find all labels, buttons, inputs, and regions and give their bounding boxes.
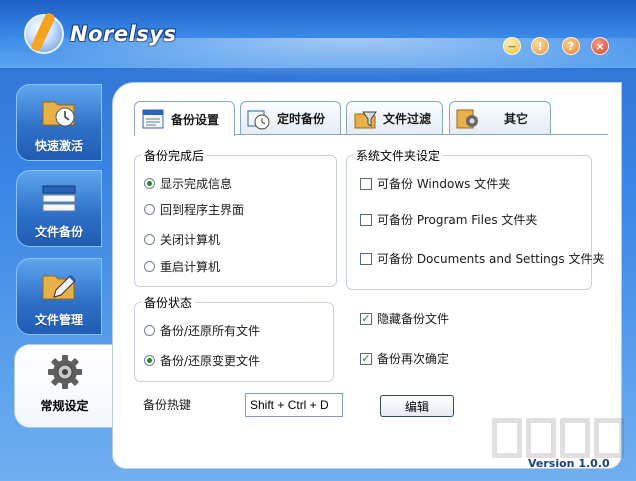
radio-label: 关闭计算机 <box>160 233 221 247</box>
logo-text: Norelsys <box>70 22 177 46</box>
radio-button[interactable] <box>144 204 155 215</box>
checkbox-documents-settings-folder[interactable]: 可备份 Documents and Settings 文件夹 <box>360 250 604 267</box>
checkbox-hide-backup-files[interactable]: ✓ 隐藏备份文件 <box>360 310 449 327</box>
folder-pen-icon <box>40 267 78 305</box>
document-icon <box>141 108 165 130</box>
sidebar-item-file-manage[interactable]: 文件管理 <box>16 258 102 335</box>
radio-label: 显示完成信息 <box>160 177 233 191</box>
checkbox-label: 备份再次确定 <box>377 352 450 366</box>
checkbox-label: 可备份 Program Files 文件夹 <box>377 213 538 227</box>
radio-label: 回到程序主界面 <box>160 203 245 217</box>
warning-button[interactable]: ! <box>531 37 549 55</box>
radio-button[interactable] <box>144 234 155 245</box>
tab-backup-settings[interactable]: 备份设置 <box>134 101 235 136</box>
tab-other[interactable]: 其它 <box>449 101 551 135</box>
sidebar-item-quick-activate[interactable]: 快速激活 <box>16 84 102 161</box>
close-button[interactable]: × <box>591 37 609 55</box>
minimize-button[interactable]: − <box>503 37 521 55</box>
checkbox[interactable] <box>360 213 372 226</box>
checkbox-label: 可备份 Documents and Settings 文件夹 <box>377 252 605 266</box>
radio-button[interactable] <box>144 178 155 189</box>
tab-scheduled-backup[interactable]: 定时备份 <box>240 101 341 135</box>
tab-label: 备份设置 <box>171 112 220 127</box>
radio-label: 备份/还原所有文件 <box>160 324 261 338</box>
edit-button[interactable]: 编辑 <box>380 395 454 417</box>
warning-icon: ! <box>537 39 543 53</box>
tab-label: 其它 <box>504 112 529 126</box>
help-button[interactable]: ? <box>562 37 580 55</box>
tab-label: 定时备份 <box>277 112 326 126</box>
checkbox[interactable] <box>360 252 372 265</box>
title-bar: Norelsys − ! ? × <box>0 0 636 78</box>
version-label: Version 1.0.0 <box>528 457 610 470</box>
completion-group-legend: 备份完成后 <box>144 149 205 163</box>
folder-clock-icon <box>40 93 78 131</box>
checkbox-confirm-backup[interactable]: ✓ 备份再次确定 <box>360 350 449 367</box>
radio-backup-changed-files[interactable]: 备份/还原变更文件 <box>144 352 260 369</box>
checkbox-label: 可备份 Windows 文件夹 <box>377 177 511 191</box>
sidebar-item-label: 文件管理 <box>34 313 83 327</box>
checkbox-label: 隐藏备份文件 <box>377 312 450 326</box>
system-folders-legend: 系统文件夹设定 <box>356 149 441 163</box>
checkbox-checked[interactable]: ✓ <box>360 312 372 325</box>
funnel-icon <box>353 108 377 130</box>
radio-button[interactable] <box>144 355 155 366</box>
status-group-legend: 备份状态 <box>144 296 193 310</box>
radio-restart[interactable]: 重启计算机 <box>144 258 220 275</box>
tab-file-filter[interactable]: 文件过滤 <box>346 101 443 135</box>
sidebar-item-label: 快速激活 <box>34 139 83 153</box>
radio-button[interactable] <box>144 325 155 336</box>
minimize-icon: − <box>507 39 517 53</box>
radio-backup-all-files[interactable]: 备份/还原所有文件 <box>144 322 260 339</box>
hotkey-label: 备份热键 <box>143 398 192 412</box>
close-icon: × <box>595 39 605 53</box>
sidebar-item-label: 文件备份 <box>34 225 83 239</box>
clock-icon <box>247 108 271 130</box>
radio-show-completion-info[interactable]: 显示完成信息 <box>144 175 232 192</box>
tab-label: 文件过滤 <box>383 112 432 126</box>
radio-label: 重启计算机 <box>160 260 221 274</box>
stack-files-icon <box>40 179 78 217</box>
help-icon: ? <box>567 39 575 53</box>
checkbox[interactable] <box>360 177 372 190</box>
gear-icon <box>456 108 480 130</box>
gear-icon <box>46 353 84 391</box>
checkbox-checked[interactable]: ✓ <box>360 352 372 365</box>
sidebar-item-general-settings[interactable]: 常规设定 <box>14 344 114 428</box>
radio-button[interactable] <box>144 261 155 272</box>
hotkey-input[interactable] <box>245 393 343 417</box>
checkbox-program-files-folder[interactable]: 可备份 Program Files 文件夹 <box>360 211 537 228</box>
radio-label: 备份/还原变更文件 <box>160 354 261 368</box>
sidebar: 快速激活 文件备份 文件管理 常规设定 <box>0 78 114 481</box>
logo-mark-icon <box>24 14 64 54</box>
sidebar-item-file-backup[interactable]: 文件备份 <box>16 170 102 247</box>
checkbox-windows-folder[interactable]: 可备份 Windows 文件夹 <box>360 175 510 192</box>
sidebar-item-label: 常规设定 <box>40 399 89 413</box>
radio-shutdown[interactable]: 关闭计算机 <box>144 231 220 248</box>
radio-return-main[interactable]: 回到程序主界面 <box>144 201 244 218</box>
app-logo: Norelsys <box>24 14 177 54</box>
